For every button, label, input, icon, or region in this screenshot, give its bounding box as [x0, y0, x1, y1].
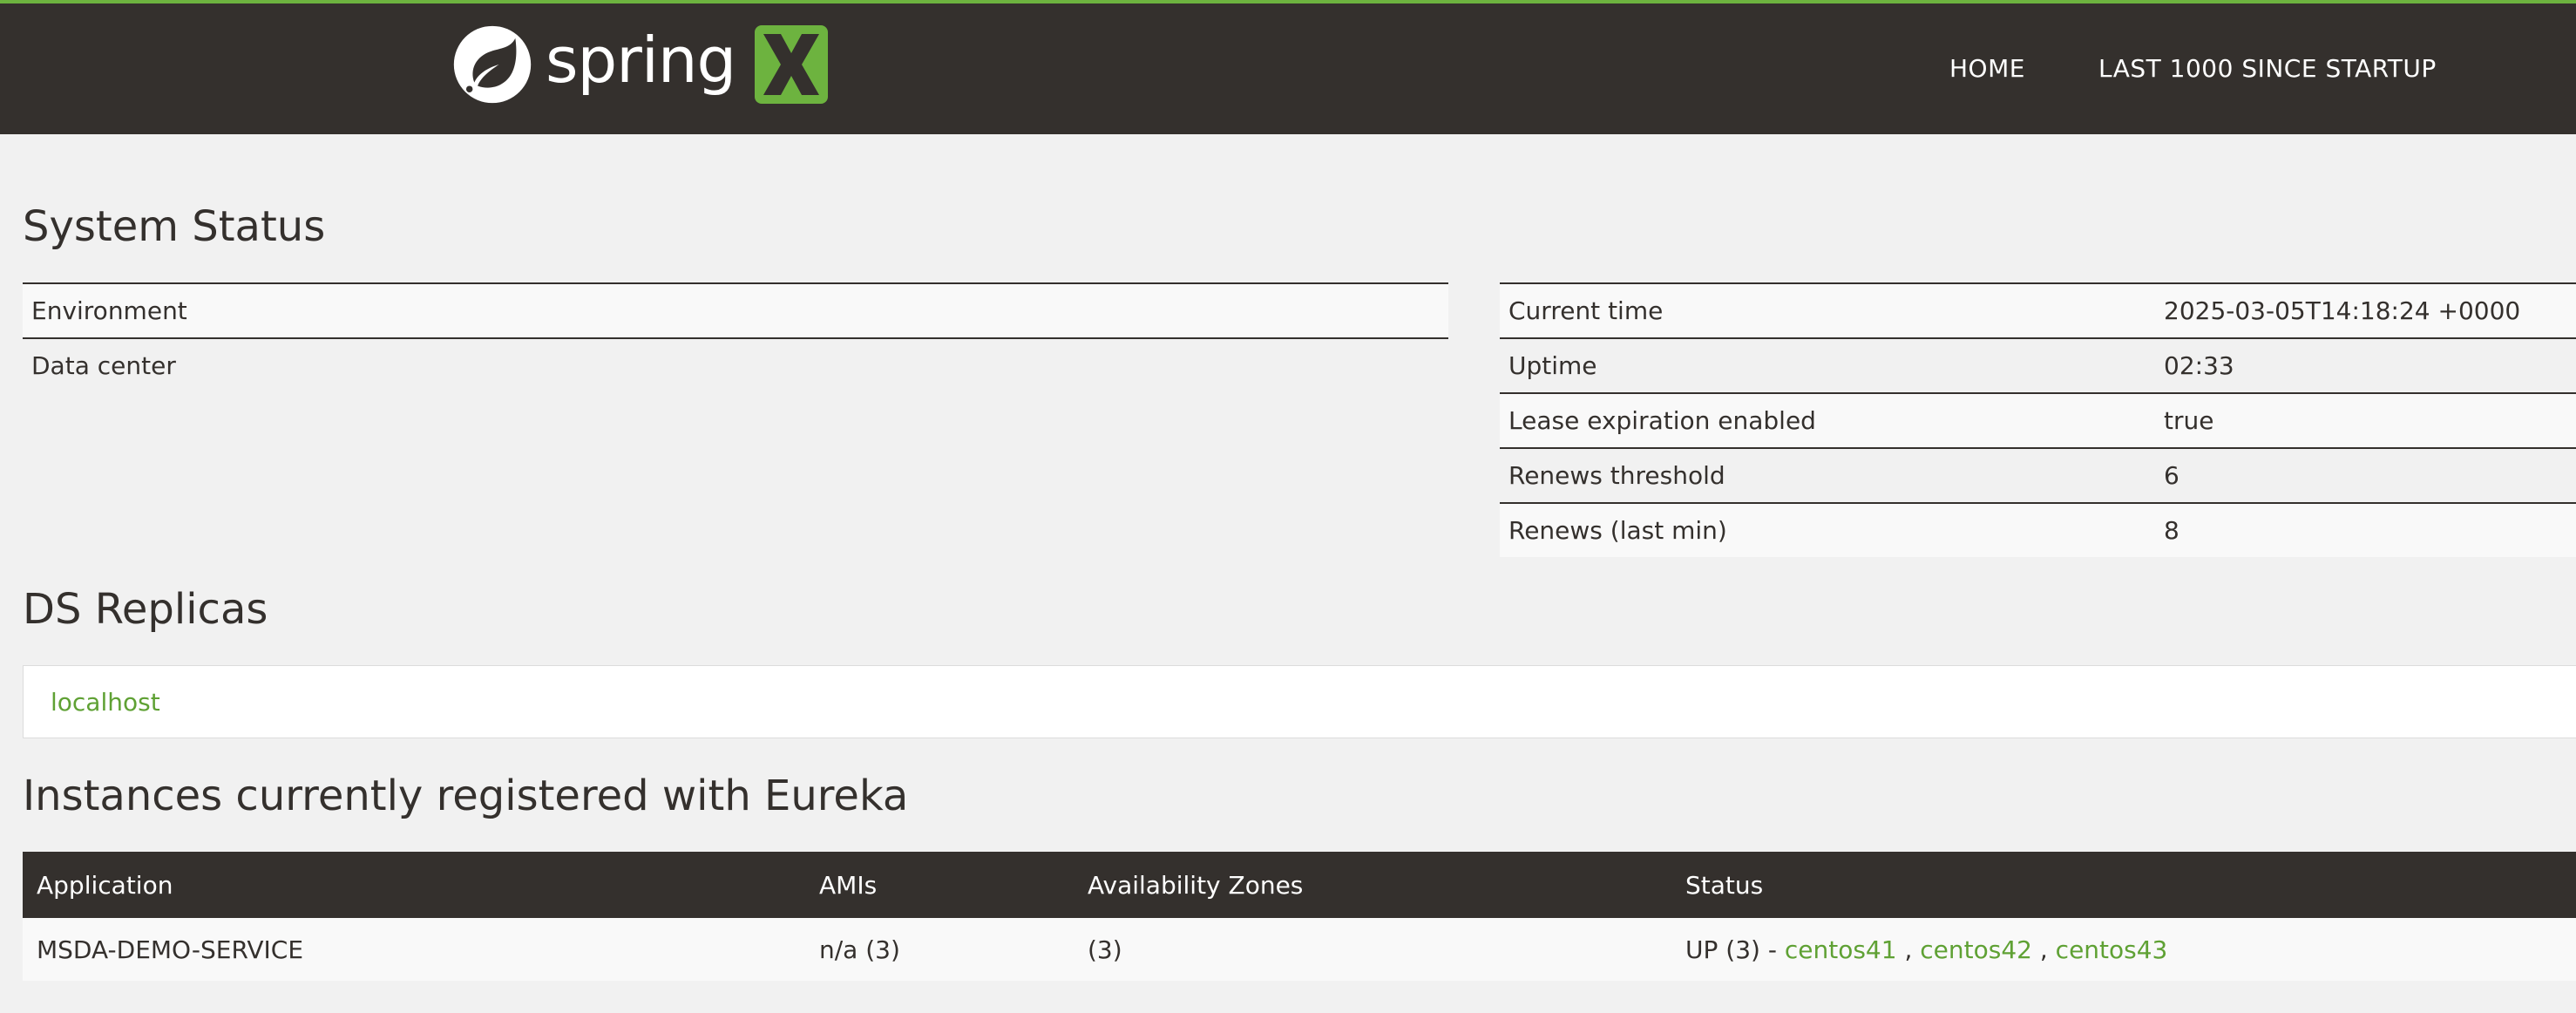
- status-cell: UP (3) - centos41 , centos42 , centos43: [1671, 918, 2576, 981]
- instance-separator: ,: [1896, 935, 1921, 964]
- spring-logo[interactable]: spring: [451, 21, 829, 108]
- ds-replicas-heading: DS Replicas: [23, 585, 268, 634]
- zones-cell: (3): [1074, 918, 1671, 981]
- replica-link-localhost[interactable]: localhost: [51, 688, 160, 717]
- spring-x-mark-icon: [755, 25, 829, 104]
- status-prefix: UP (3) -: [1685, 935, 1785, 964]
- status-value: [1318, 337, 1448, 392]
- table-row: MSDA-DEMO-SERVICE n/a (3) (3) UP (3) - c…: [23, 918, 2576, 981]
- instances-header-row: Application AMIs Availability Zones Stat…: [23, 852, 2576, 918]
- status-value: [1318, 282, 1448, 338]
- status-row: Uptime 02:33: [1500, 337, 2576, 393]
- amis-cell: n/a (3): [805, 918, 1074, 981]
- ds-replicas-list: localhost: [23, 665, 2576, 738]
- status-row: Lease expiration enabled true: [1500, 392, 2576, 448]
- status-row: Renews threshold 6: [1500, 447, 2576, 503]
- status-key: Environment: [23, 282, 1319, 338]
- status-value: 8: [2155, 502, 2576, 557]
- logo-wordmark: spring: [546, 24, 736, 97]
- instance-link-centos43[interactable]: centos43: [2056, 935, 2168, 964]
- status-value: 6: [2155, 447, 2576, 503]
- status-row: Data center: [23, 337, 1448, 392]
- application-cell: MSDA-DEMO-SERVICE: [23, 918, 805, 981]
- nav-home-link[interactable]: HOME: [1949, 54, 2025, 83]
- spring-leaf-icon: [453, 25, 532, 104]
- column-header-application: Application: [23, 852, 805, 918]
- status-key: Uptime: [1500, 337, 2155, 393]
- status-value: true: [2155, 392, 2576, 448]
- column-header-amis: AMIs: [805, 852, 1074, 918]
- column-header-status: Status: [1671, 852, 2576, 918]
- status-key: Lease expiration enabled: [1500, 392, 2155, 448]
- top-navbar: spring HOME LAST 1000 SINCE STARTUP: [0, 0, 2576, 134]
- status-key: Renews (last min): [1500, 502, 2155, 557]
- column-header-availability-zones: Availability Zones: [1074, 852, 1671, 918]
- system-status-heading: System Status: [23, 202, 326, 251]
- status-key: Current time: [1500, 282, 2155, 338]
- status-key: Data center: [23, 337, 1319, 392]
- instance-link-centos41[interactable]: centos41: [1785, 935, 1897, 964]
- instance-separator: ,: [2031, 935, 2056, 964]
- status-row: Environment: [23, 282, 1448, 338]
- status-value: 2025-03-05T14:18:24 +0000: [2155, 282, 2576, 338]
- instances-heading: Instances currently registered with Eure…: [23, 772, 909, 820]
- status-row: Current time 2025-03-05T14:18:24 +0000: [1500, 282, 2576, 338]
- system-status-right-table: Current time 2025-03-05T14:18:24 +0000 U…: [1500, 282, 2576, 557]
- status-value: 02:33: [2155, 337, 2576, 393]
- status-row: Renews (last min) 8: [1500, 502, 2576, 557]
- system-status-left-table: Environment Data center: [23, 282, 1448, 392]
- instance-link-centos42[interactable]: centos42: [1920, 935, 2032, 964]
- instances-table: Application AMIs Availability Zones Stat…: [23, 852, 2576, 981]
- nav-last-1000-link[interactable]: LAST 1000 SINCE STARTUP: [2098, 54, 2437, 83]
- status-key: Renews threshold: [1500, 447, 2155, 503]
